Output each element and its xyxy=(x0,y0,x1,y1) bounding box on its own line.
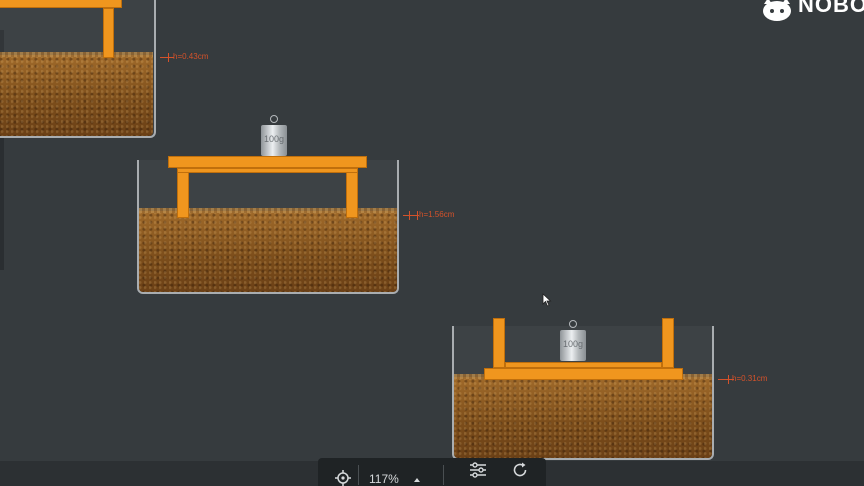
depth-indicator: h=0.43cm xyxy=(160,52,240,63)
mouse-cursor-icon xyxy=(542,293,552,307)
depth-label: h=0.43cm xyxy=(173,52,209,61)
depth-label: h=1.56cm xyxy=(419,210,455,219)
weight-100g[interactable]: 100g xyxy=(261,125,287,156)
table-leg xyxy=(103,8,114,58)
table-top[interactable] xyxy=(168,156,367,168)
table-top[interactable] xyxy=(0,0,122,8)
bottom-toolbar: 117% xyxy=(318,458,546,486)
crosshair-icon[interactable] xyxy=(335,470,351,486)
depth-indicator: h=0.31cm xyxy=(718,374,798,385)
weight-hook xyxy=(270,115,278,123)
weight-hook xyxy=(569,320,577,328)
table-rail xyxy=(505,362,662,368)
sliders-icon[interactable] xyxy=(469,462,487,478)
sand-bed xyxy=(454,374,712,458)
table-leg-left xyxy=(493,318,505,368)
weight-label: 100g xyxy=(562,339,584,349)
table-rail xyxy=(177,168,358,173)
table-leg-right xyxy=(346,168,358,218)
brand-name: NOBO xyxy=(798,0,864,17)
table-leg-left xyxy=(177,168,189,218)
cat-face-logo-icon xyxy=(763,0,791,21)
caret-up-icon[interactable] xyxy=(413,477,421,483)
depth-indicator: h=1.56cm xyxy=(403,210,483,221)
zoom-level[interactable]: 117% xyxy=(369,472,399,486)
weight-label: 100g xyxy=(263,134,285,144)
refresh-icon[interactable] xyxy=(511,461,529,479)
simulation-canvas[interactable]: NOBO h=0.43cm 100g h=1.56cm 100g h=0.31c… xyxy=(0,0,864,486)
sand-bed xyxy=(0,52,153,136)
weight-100g[interactable]: 100g xyxy=(560,330,586,361)
depth-label: h=0.31cm xyxy=(732,374,768,383)
table-top-inverted[interactable] xyxy=(484,368,683,380)
table-leg-right xyxy=(662,318,674,368)
sand-bed xyxy=(139,208,397,292)
